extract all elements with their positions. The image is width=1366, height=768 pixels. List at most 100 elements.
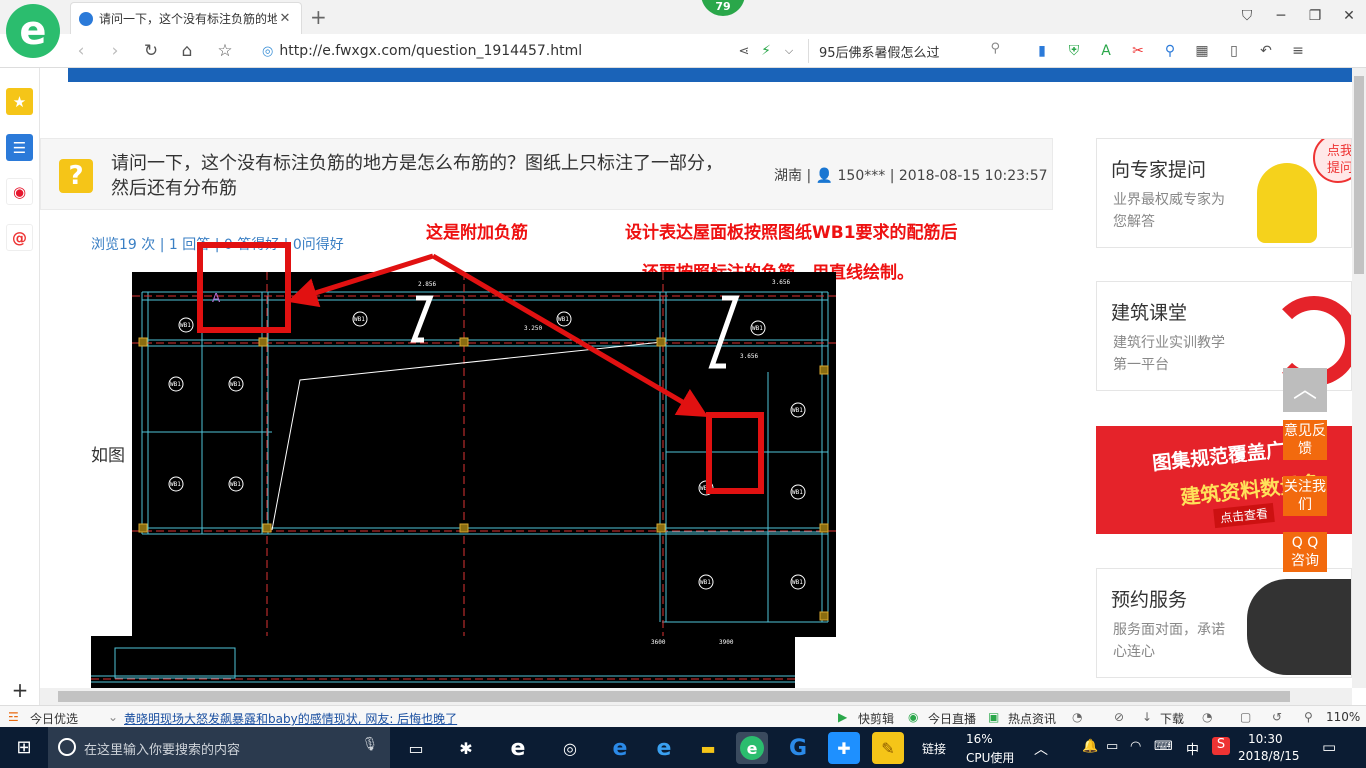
accelerate-icon[interactable]: ◔ [1202,710,1212,724]
ie-icon[interactable]: e [502,732,534,764]
mail-icon[interactable]: @ [6,224,33,251]
close-window-icon[interactable]: ✕ [1332,0,1366,32]
horizontal-scroll-thumb[interactable] [58,691,1290,702]
answer-body-text: 如图 [91,446,125,466]
chevron-down-icon[interactable]: ⌄ [108,710,118,724]
home-icon[interactable]: ⌂ [176,40,198,62]
forward-icon[interactable]: › [104,40,126,62]
zoom-level[interactable]: 110% [1326,710,1360,724]
new-tab-button[interactable]: + [310,5,327,29]
browser-logo-icon[interactable]: e [6,4,60,58]
show-hidden-icons-icon[interactable]: ︿ [1034,739,1048,759]
translate-icon[interactable]: A [1090,40,1122,62]
action-center-icon[interactable]: ▭ [1322,738,1336,756]
g-app-icon[interactable]: G [782,732,814,764]
speed-icon[interactable]: ◔ [1072,710,1082,724]
browser-tab[interactable]: 请问一下，这个没有标注负筋的地 ✕ [70,2,302,34]
banner-line1: 图集规范覆盖广 [1151,439,1286,475]
pinwheel-app-icon[interactable]: ✱ [450,732,482,764]
feedback-label: 意见反馈 [1284,423,1326,457]
hot-news-label[interactable]: 热点资讯 [1008,710,1056,727]
weibo-icon[interactable]: ◉ [6,178,33,205]
back-to-top-button[interactable]: ︿ [1283,368,1327,412]
scissors-icon[interactable]: ✂ [1122,40,1154,62]
battery-icon[interactable]: ▭ [1106,739,1118,754]
shirt-icon[interactable]: ⛉ [1230,0,1264,32]
no-image-icon[interactable]: ⊘ [1114,710,1124,724]
tab-title: 请问一下，这个没有标注负筋的地 [99,12,277,26]
share-icon[interactable]: ⋖ [733,40,755,62]
minimize-icon[interactable]: ─ [1264,0,1298,32]
edge-icon[interactable]: e [604,732,636,764]
ime-indicator[interactable]: 中 [1186,739,1199,758]
search-icon[interactable]: ⚲ [990,41,1000,56]
app-store-icon[interactable]: ▮ [1026,40,1058,62]
taskbar-links-label[interactable]: 链接 [922,740,946,757]
download-label[interactable]: 下载 [1160,710,1184,727]
ask-expert-card[interactable]: 向专家提问 业界最权威专家为您解答 点我提问 [1096,138,1352,248]
chevron-down-icon[interactable]: ⌵ [778,40,800,62]
today-pick-icon: ☲ [8,710,19,724]
microphone-icon[interactable]: 🎙 [361,737,378,752]
notification-badge[interactable]: 79 [701,0,745,16]
clock-time[interactable]: 10:30 [1248,732,1283,746]
notes-app-icon[interactable]: ✎ [872,732,904,764]
file-explorer-icon[interactable]: ▬ [692,732,724,764]
cad-drawing-image-2[interactable]: 3600 3900 [91,636,795,688]
plus-app-icon[interactable]: ✚ [828,732,860,764]
question-user[interactable]: 150*** [838,168,886,184]
follow-us-button[interactable]: 关注我们 [1283,476,1327,516]
magnifier-icon[interactable]: ⚲ [1154,40,1186,62]
reading-list-icon[interactable]: ☰ [6,134,33,161]
clock-date[interactable]: 2018/8/15 [1238,749,1300,763]
windows-start-icon[interactable]: ⊞ [0,727,48,768]
booking-service-card[interactable]: 预约服务 服务面对面，承诺心连心 [1096,568,1352,678]
vertical-scroll-thumb[interactable] [1354,76,1364,274]
notification-bell-icon[interactable]: 🔔 [1082,739,1098,754]
window-icon[interactable]: ▢ [1240,710,1251,724]
cad-label-wb1: WB1 [700,485,711,492]
cad-drawing-2-svg: 3600 3900 [91,639,795,683]
favorite-star-icon[interactable]: ☆ [214,40,236,62]
grid-icon[interactable]: ▦ [1186,40,1218,62]
ie-alt-icon[interactable]: e [648,732,680,764]
annotation-extra-negative-rebar: 这是附加负筋 [426,223,528,243]
taskbar-search-input[interactable]: 在这里输入你要搜索的内容 🎙 [48,727,390,768]
back-icon[interactable]: ‹ [70,40,92,62]
sogou-ime-icon[interactable]: S [1212,737,1230,755]
search-input[interactable]: 95后佛系暑假怎么过 ⚲ [808,39,1008,63]
chrome-icon[interactable]: ◎ [554,732,586,764]
today-pick-label[interactable]: 今日优选 [30,710,78,727]
phone-icon[interactable]: ▯ [1218,40,1250,62]
ask-bubble[interactable]: 点我提问 [1313,139,1351,183]
keyboard-icon[interactable]: ⌨ [1154,739,1173,754]
close-tab-icon[interactable]: ✕ [277,11,293,26]
add-sidebar-icon[interactable]: + [0,678,40,705]
cad-drawing-image[interactable]: WB1 WB1 WB1 WB1 WB1 WB1 WB1 WB1 WB1 WB1 … [132,272,836,637]
restore-icon[interactable]: ❐ [1298,0,1332,32]
restore-page-icon[interactable]: ↺ [1272,710,1282,724]
cad-dimension: 3.656 [772,279,790,286]
qq-consult-button[interactable]: Q Q 咨询 [1283,532,1327,572]
menu-icon[interactable]: ≡ [1282,40,1314,62]
wifi-icon[interactable]: ◠ [1130,739,1141,754]
refresh-icon[interactable]: ↻ [140,40,162,62]
quick-cut-label[interactable]: 快剪辑 [858,710,894,727]
banner-view-button[interactable]: 点击查看 [1213,502,1275,529]
browser-taskbar-icon[interactable]: e [736,732,768,764]
favorites-icon[interactable]: ★ [6,88,33,115]
horizontal-scrollbar[interactable] [40,688,1352,705]
question-region: 湖南 [774,168,802,184]
address-toolbar: ‹ › ↻ ⌂ ☆ ◎ http://e.fwxgx.com/question_… [0,34,1366,68]
browser-tab-bar: 请问一下，这个没有标注负筋的地 ✕ + 79 ⛉ ─ ❐ ✕ [0,0,1366,34]
shield-icon[interactable]: ⛨ [1058,40,1090,62]
task-view-icon[interactable]: ▭ [400,732,432,764]
news-ticker-link[interactable]: 黄晓明现场大怒发飙暴露和baby的感情现状, 网友: 后悔也晚了 [124,710,457,727]
feedback-button[interactable]: 意见反馈 [1283,420,1327,460]
today-live-label[interactable]: 今日直播 [928,710,976,727]
undo-icon[interactable]: ↶ [1250,40,1282,62]
lightning-icon[interactable]: ⚡ [755,40,777,62]
left-sidebar: ★ ☰ ◉ @ [0,68,40,705]
vertical-scrollbar[interactable] [1352,68,1366,688]
url-field[interactable]: ◎ http://e.fwxgx.com/question_1914457.ht… [262,41,732,61]
